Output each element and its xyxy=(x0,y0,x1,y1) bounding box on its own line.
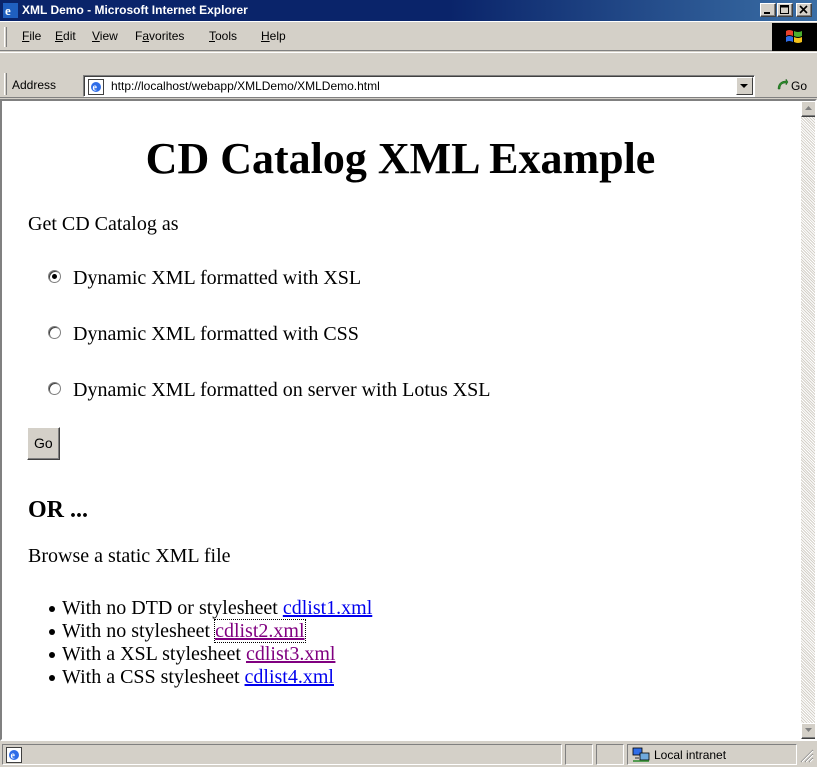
option-lotus-xsl-label: Dynamic XML formatted on server with Lot… xyxy=(73,379,491,401)
menu-help-accel: H xyxy=(261,29,270,43)
address-url: http://localhost/webapp/XMLDemo/XMLDemo.… xyxy=(111,79,380,93)
ie-page-status-icon: e xyxy=(6,747,22,766)
radio-xsl[interactable] xyxy=(48,270,61,283)
submit-go-button[interactable]: Go xyxy=(27,427,60,460)
browse-text: Browse a static XML file xyxy=(28,545,231,567)
status-panel-progress xyxy=(565,744,593,765)
list-item-text: With a CSS stylesheet xyxy=(62,666,240,688)
local-intranet-icon xyxy=(632,747,650,766)
menu-file-accel: F xyxy=(22,29,30,43)
go-button-label: Go xyxy=(791,79,808,93)
list-item: With a XSL stylesheet cdlist3.xml xyxy=(48,643,372,666)
go-button[interactable]: Go xyxy=(775,78,807,93)
option-css-label: Dynamic XML formatted with CSS xyxy=(73,323,359,345)
web-page: CD Catalog XML Example Get CD Catalog as… xyxy=(2,101,799,739)
address-grip[interactable] xyxy=(4,73,7,95)
link-cdlist3[interactable]: cdlist3.xml xyxy=(246,643,335,665)
svg-text:e: e xyxy=(11,751,16,762)
page-heading: CD Catalog XML Example xyxy=(145,134,656,183)
address-label: Address xyxy=(12,78,57,92)
radio-lotus-xsl[interactable] xyxy=(48,382,61,395)
menu-bar: File Edit View Favorites Tools Help xyxy=(0,21,817,51)
browser-window: e XML Demo - Microsoft Internet Explorer… xyxy=(0,0,817,767)
list-item-text: With a XSL stylesheet xyxy=(62,643,241,665)
zone-label: Local intranet xyxy=(654,748,727,762)
address-input[interactable]: e http://localhost/webapp/XMLDemo/XMLDem… xyxy=(83,75,755,97)
menu-help[interactable]: Help xyxy=(261,29,286,43)
link-cdlist4[interactable]: cdlist4.xml xyxy=(245,666,334,688)
list-item: With no stylesheet cdlist2.xml xyxy=(48,619,372,643)
intro-text: Get CD Catalog as xyxy=(28,213,179,235)
window-title: XML Demo - Microsoft Internet Explorer xyxy=(22,3,248,17)
minimize-button[interactable] xyxy=(760,3,776,17)
list-item-text: With no DTD or stylesheet xyxy=(62,597,278,619)
or-heading: OR ... xyxy=(28,497,88,523)
svg-text:e: e xyxy=(93,83,98,94)
vertical-scrollbar[interactable] xyxy=(801,101,815,739)
scroll-down-button[interactable] xyxy=(801,723,815,739)
toolbar-grip[interactable] xyxy=(4,27,7,47)
menu-favorites-accel: a xyxy=(142,29,150,43)
address-dropdown-button[interactable] xyxy=(736,77,753,95)
title-bar[interactable]: e XML Demo - Microsoft Internet Explorer xyxy=(0,0,817,21)
list-item-text: With no stylesheet xyxy=(62,620,211,642)
address-bar: Address e http://localhost/webapp/XMLDem… xyxy=(0,52,817,98)
menu-file[interactable]: File xyxy=(22,29,41,43)
menu-tools-accel: T xyxy=(209,29,215,43)
menu-edit[interactable]: Edit xyxy=(55,29,76,43)
resize-grip-icon[interactable] xyxy=(800,749,814,766)
windows-logo-throbber xyxy=(772,23,817,51)
content-frame: CD Catalog XML Example Get CD Catalog as… xyxy=(0,99,817,741)
status-panel-main: e xyxy=(2,744,562,765)
status-bar: e Local intranet xyxy=(0,741,817,767)
windows-flag-icon xyxy=(785,29,803,48)
option-xsl-label: Dynamic XML formatted with XSL xyxy=(73,267,362,289)
list-item: With a CSS stylesheet cdlist4.xml xyxy=(48,666,372,689)
menu-view[interactable]: View xyxy=(92,29,118,43)
list-item: With no DTD or stylesheet cdlist1.xml xyxy=(48,597,372,620)
static-file-list: With no DTD or stylesheet cdlist1.xml Wi… xyxy=(48,597,372,689)
status-panel-security xyxy=(596,744,624,765)
svg-text:e: e xyxy=(5,3,11,18)
maximize-button[interactable] xyxy=(777,3,793,17)
radio-css[interactable] xyxy=(48,326,61,339)
ie-page-icon: e xyxy=(88,79,104,98)
menu-tools[interactable]: Tools xyxy=(209,29,237,43)
scroll-up-button[interactable] xyxy=(801,101,815,117)
option-lotus-xsl[interactable]: Dynamic XML formatted on server with Lot… xyxy=(48,379,491,402)
go-arrow-icon xyxy=(777,78,789,90)
link-cdlist2[interactable]: cdlist2.xml xyxy=(214,619,306,643)
close-button[interactable] xyxy=(796,3,812,17)
option-xsl[interactable]: Dynamic XML formatted with XSL xyxy=(48,267,361,290)
menu-view-accel: V xyxy=(92,29,100,43)
arrow-down-icon xyxy=(805,728,812,732)
option-css[interactable]: Dynamic XML formatted with CSS xyxy=(48,323,359,346)
menu-favorites[interactable]: Favorites xyxy=(135,29,184,43)
link-cdlist1[interactable]: cdlist1.xml xyxy=(283,597,372,619)
ie-logo-icon: e xyxy=(3,3,18,18)
status-panel-zone[interactable]: Local intranet xyxy=(627,744,797,765)
menu-edit-accel: E xyxy=(55,29,64,43)
arrow-up-icon xyxy=(805,106,812,110)
